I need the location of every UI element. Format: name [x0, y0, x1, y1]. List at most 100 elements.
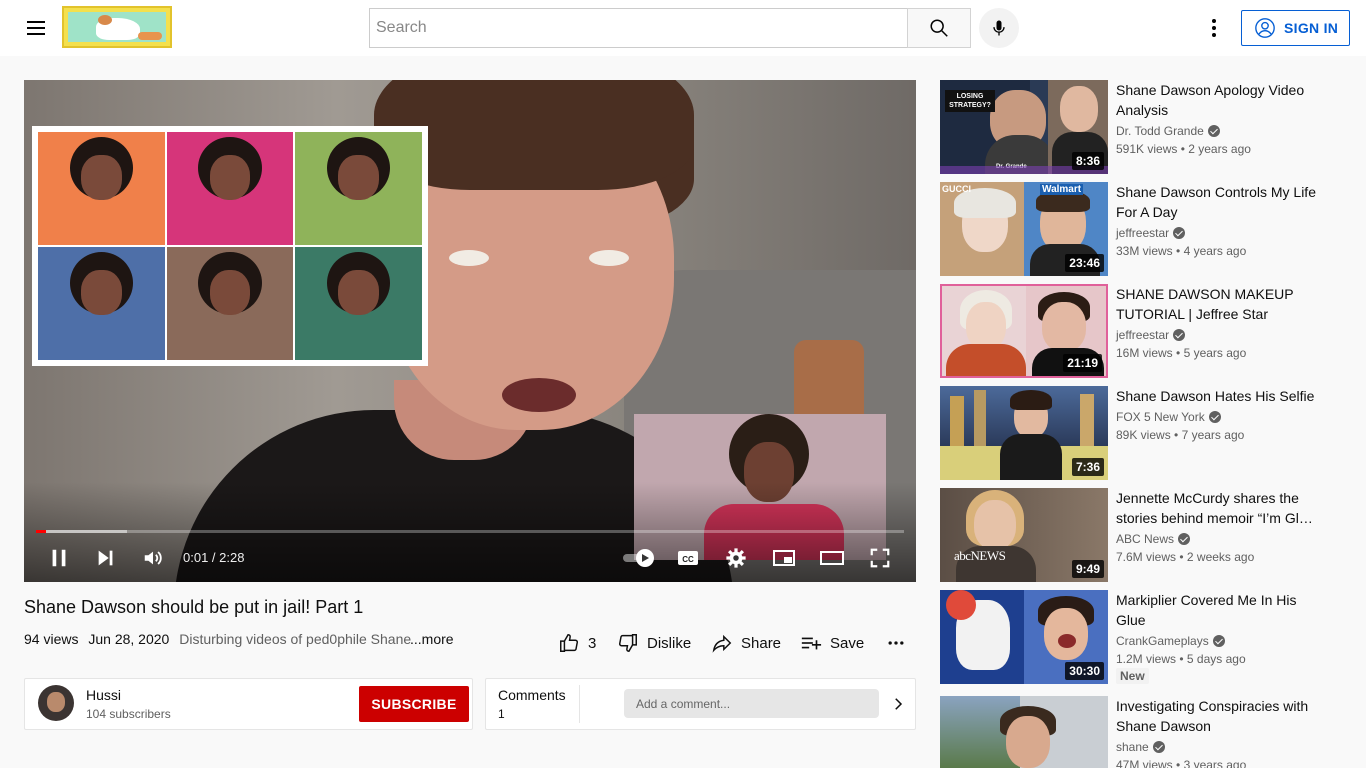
- sign-in-button[interactable]: SIGN IN: [1241, 10, 1350, 46]
- view-count: 94 views: [24, 631, 79, 647]
- volume-icon: [144, 551, 162, 565]
- subscribe-button[interactable]: SUBSCRIBE: [359, 686, 469, 722]
- view-count: 33M views: [1116, 244, 1173, 258]
- channel-name: Dr. Todd Grande: [1116, 124, 1204, 138]
- divider: [579, 685, 580, 723]
- video-thumbnail[interactable]: 7:36: [940, 386, 1108, 480]
- thumbnail-text: GUCCI: [942, 184, 971, 194]
- channel-name[interactable]: Hussi: [86, 687, 121, 703]
- recommended-video[interactable]: LOSING STRATEGY? Dr. Grande 8:36 Shane D…: [940, 80, 1340, 174]
- recommended-channel[interactable]: CrankGameplays: [1116, 634, 1225, 648]
- video-thumbnail[interactable]: LOSING STRATEGY? Dr. Grande 8:36: [940, 80, 1108, 174]
- comments-card[interactable]: Comments 1: [485, 678, 916, 730]
- view-count: 591K views: [1116, 142, 1178, 156]
- voice-search-button[interactable]: [979, 8, 1019, 48]
- show-more-link[interactable]: ...more: [410, 631, 454, 647]
- video-player[interactable]: 0:01 / 2:28 CC: [24, 80, 916, 582]
- verified-icon: [1173, 329, 1186, 341]
- comments-count: 1: [498, 707, 505, 721]
- upload-age: 5 days ago: [1186, 652, 1246, 666]
- menu-icon[interactable]: [20, 12, 52, 44]
- avatar[interactable]: [38, 685, 74, 721]
- video-inset-collage: [32, 126, 428, 366]
- recommended-meta: 47M views • 3 years ago: [1116, 758, 1246, 768]
- channel-name: jeffreestar: [1116, 226, 1170, 240]
- recommended-channel[interactable]: jeffreestar: [1116, 328, 1186, 342]
- channel-name: CrankGameplays: [1116, 634, 1209, 648]
- search-button[interactable]: [907, 8, 971, 48]
- more-actions-button[interactable]: [884, 631, 908, 655]
- comment-input[interactable]: [624, 689, 879, 718]
- recommended-channel[interactable]: Dr. Todd Grande: [1116, 124, 1220, 138]
- gear-icon: [726, 548, 746, 568]
- video-meta[interactable]: 94 views Jun 28, 2020 Disturbing videos …: [24, 631, 460, 647]
- settings-more-icon[interactable]: [1200, 14, 1228, 42]
- verified-icon: [1178, 533, 1191, 545]
- progress-bar[interactable]: [36, 530, 904, 533]
- video-duration: 30:30: [1065, 662, 1104, 680]
- view-count: 1.2M views: [1116, 652, 1177, 666]
- video-thumbnail[interactable]: [940, 696, 1108, 768]
- theater-mode-button[interactable]: [814, 544, 850, 572]
- settings-button[interactable]: [718, 544, 754, 572]
- share-button[interactable]: Share: [711, 631, 781, 655]
- thumbnail-text: Walmart: [1040, 184, 1084, 195]
- recommended-title[interactable]: Shane Dawson Controls My Life For A Day: [1116, 182, 1326, 222]
- subscriber-count: 104 subscribers: [86, 707, 171, 721]
- recommended-channel[interactable]: jeffreestar: [1116, 226, 1186, 240]
- video-thumbnail[interactable]: GUCCI Walmart 23:46: [940, 182, 1108, 276]
- next-button[interactable]: [88, 544, 124, 572]
- captions-button[interactable]: CC: [670, 544, 706, 572]
- recommended-channel[interactable]: shane: [1116, 740, 1165, 754]
- site-logo[interactable]: [62, 6, 172, 48]
- verified-icon: [1208, 411, 1221, 423]
- recommended-video[interactable]: 7:36 Shane Dawson Hates His Selfie FOX 5…: [940, 386, 1340, 480]
- volume-button[interactable]: [135, 544, 171, 572]
- fullscreen-icon: [870, 548, 890, 568]
- recommended-title[interactable]: Investigating Conspiracies with Shane Da…: [1116, 696, 1326, 736]
- recommended-title[interactable]: Shane Dawson Hates His Selfie: [1116, 386, 1326, 406]
- playlist-add-icon: [801, 637, 822, 650]
- fullscreen-button[interactable]: [862, 544, 898, 572]
- skip-next-icon: [98, 550, 113, 566]
- recommended-channel[interactable]: FOX 5 New York: [1116, 410, 1221, 424]
- miniplayer-button[interactable]: [766, 544, 802, 572]
- search-input[interactable]: [370, 9, 908, 47]
- verified-icon: [1173, 227, 1186, 239]
- recommended-meta: 1.2M views • 5 days ago: [1116, 652, 1246, 666]
- recommended-video[interactable]: Investigating Conspiracies with Shane Da…: [940, 696, 1340, 768]
- view-count: 7.6M views: [1116, 550, 1177, 564]
- save-button[interactable]: Save: [800, 631, 864, 655]
- upload-age: 2 weeks ago: [1186, 550, 1255, 564]
- video-thumbnail[interactable]: 30:30: [940, 590, 1108, 684]
- video-duration: 23:46: [1065, 254, 1104, 272]
- autoplay-toggle[interactable]: [618, 544, 660, 572]
- channel-name: jeffreestar: [1116, 328, 1170, 342]
- comments-label: Comments: [498, 687, 566, 703]
- like-count: 3: [588, 634, 597, 652]
- video-thumbnail[interactable]: abcNEWS 9:49: [940, 488, 1108, 582]
- recommended-title[interactable]: Markiplier Covered Me In His Glue: [1116, 590, 1326, 630]
- recommended-video[interactable]: 30:30 Markiplier Covered Me In His Glue …: [940, 590, 1340, 684]
- recommended-video[interactable]: 21:19 SHANE DAWSON MAKEUP TUTORIAL | Jef…: [940, 284, 1340, 378]
- recommended-title[interactable]: Jennette McCurdy shares the stories behi…: [1116, 488, 1326, 528]
- video-thumbnail[interactable]: 21:19: [940, 284, 1108, 378]
- pause-icon: [52, 549, 66, 567]
- recommended-title[interactable]: SHANE DAWSON MAKEUP TUTORIAL | Jeffree S…: [1116, 284, 1326, 324]
- chevron-right-icon[interactable]: [889, 695, 907, 713]
- like-button[interactable]: 3: [558, 631, 596, 655]
- video-frame-mouth: [502, 378, 576, 412]
- view-count: 89K views: [1116, 428, 1171, 442]
- view-count: 47M views: [1116, 758, 1173, 768]
- recommended-video[interactable]: GUCCI Walmart 23:46 Shane Dawson Control…: [940, 182, 1340, 276]
- recommended-channel[interactable]: ABC News: [1116, 532, 1191, 546]
- account-icon: [1255, 18, 1275, 38]
- description-snippet: Disturbing videos of ped0phile Shane: [179, 631, 412, 647]
- pause-button[interactable]: [41, 544, 77, 572]
- verified-icon: [1212, 635, 1225, 647]
- dislike-button[interactable]: Dislike: [617, 631, 691, 655]
- dislike-label: Dislike: [647, 634, 692, 652]
- recommended-video[interactable]: abcNEWS 9:49 Jennette McCurdy shares the…: [940, 488, 1340, 582]
- search-box[interactable]: [369, 8, 908, 48]
- recommended-title[interactable]: Shane Dawson Apology Video Analysis: [1116, 80, 1326, 120]
